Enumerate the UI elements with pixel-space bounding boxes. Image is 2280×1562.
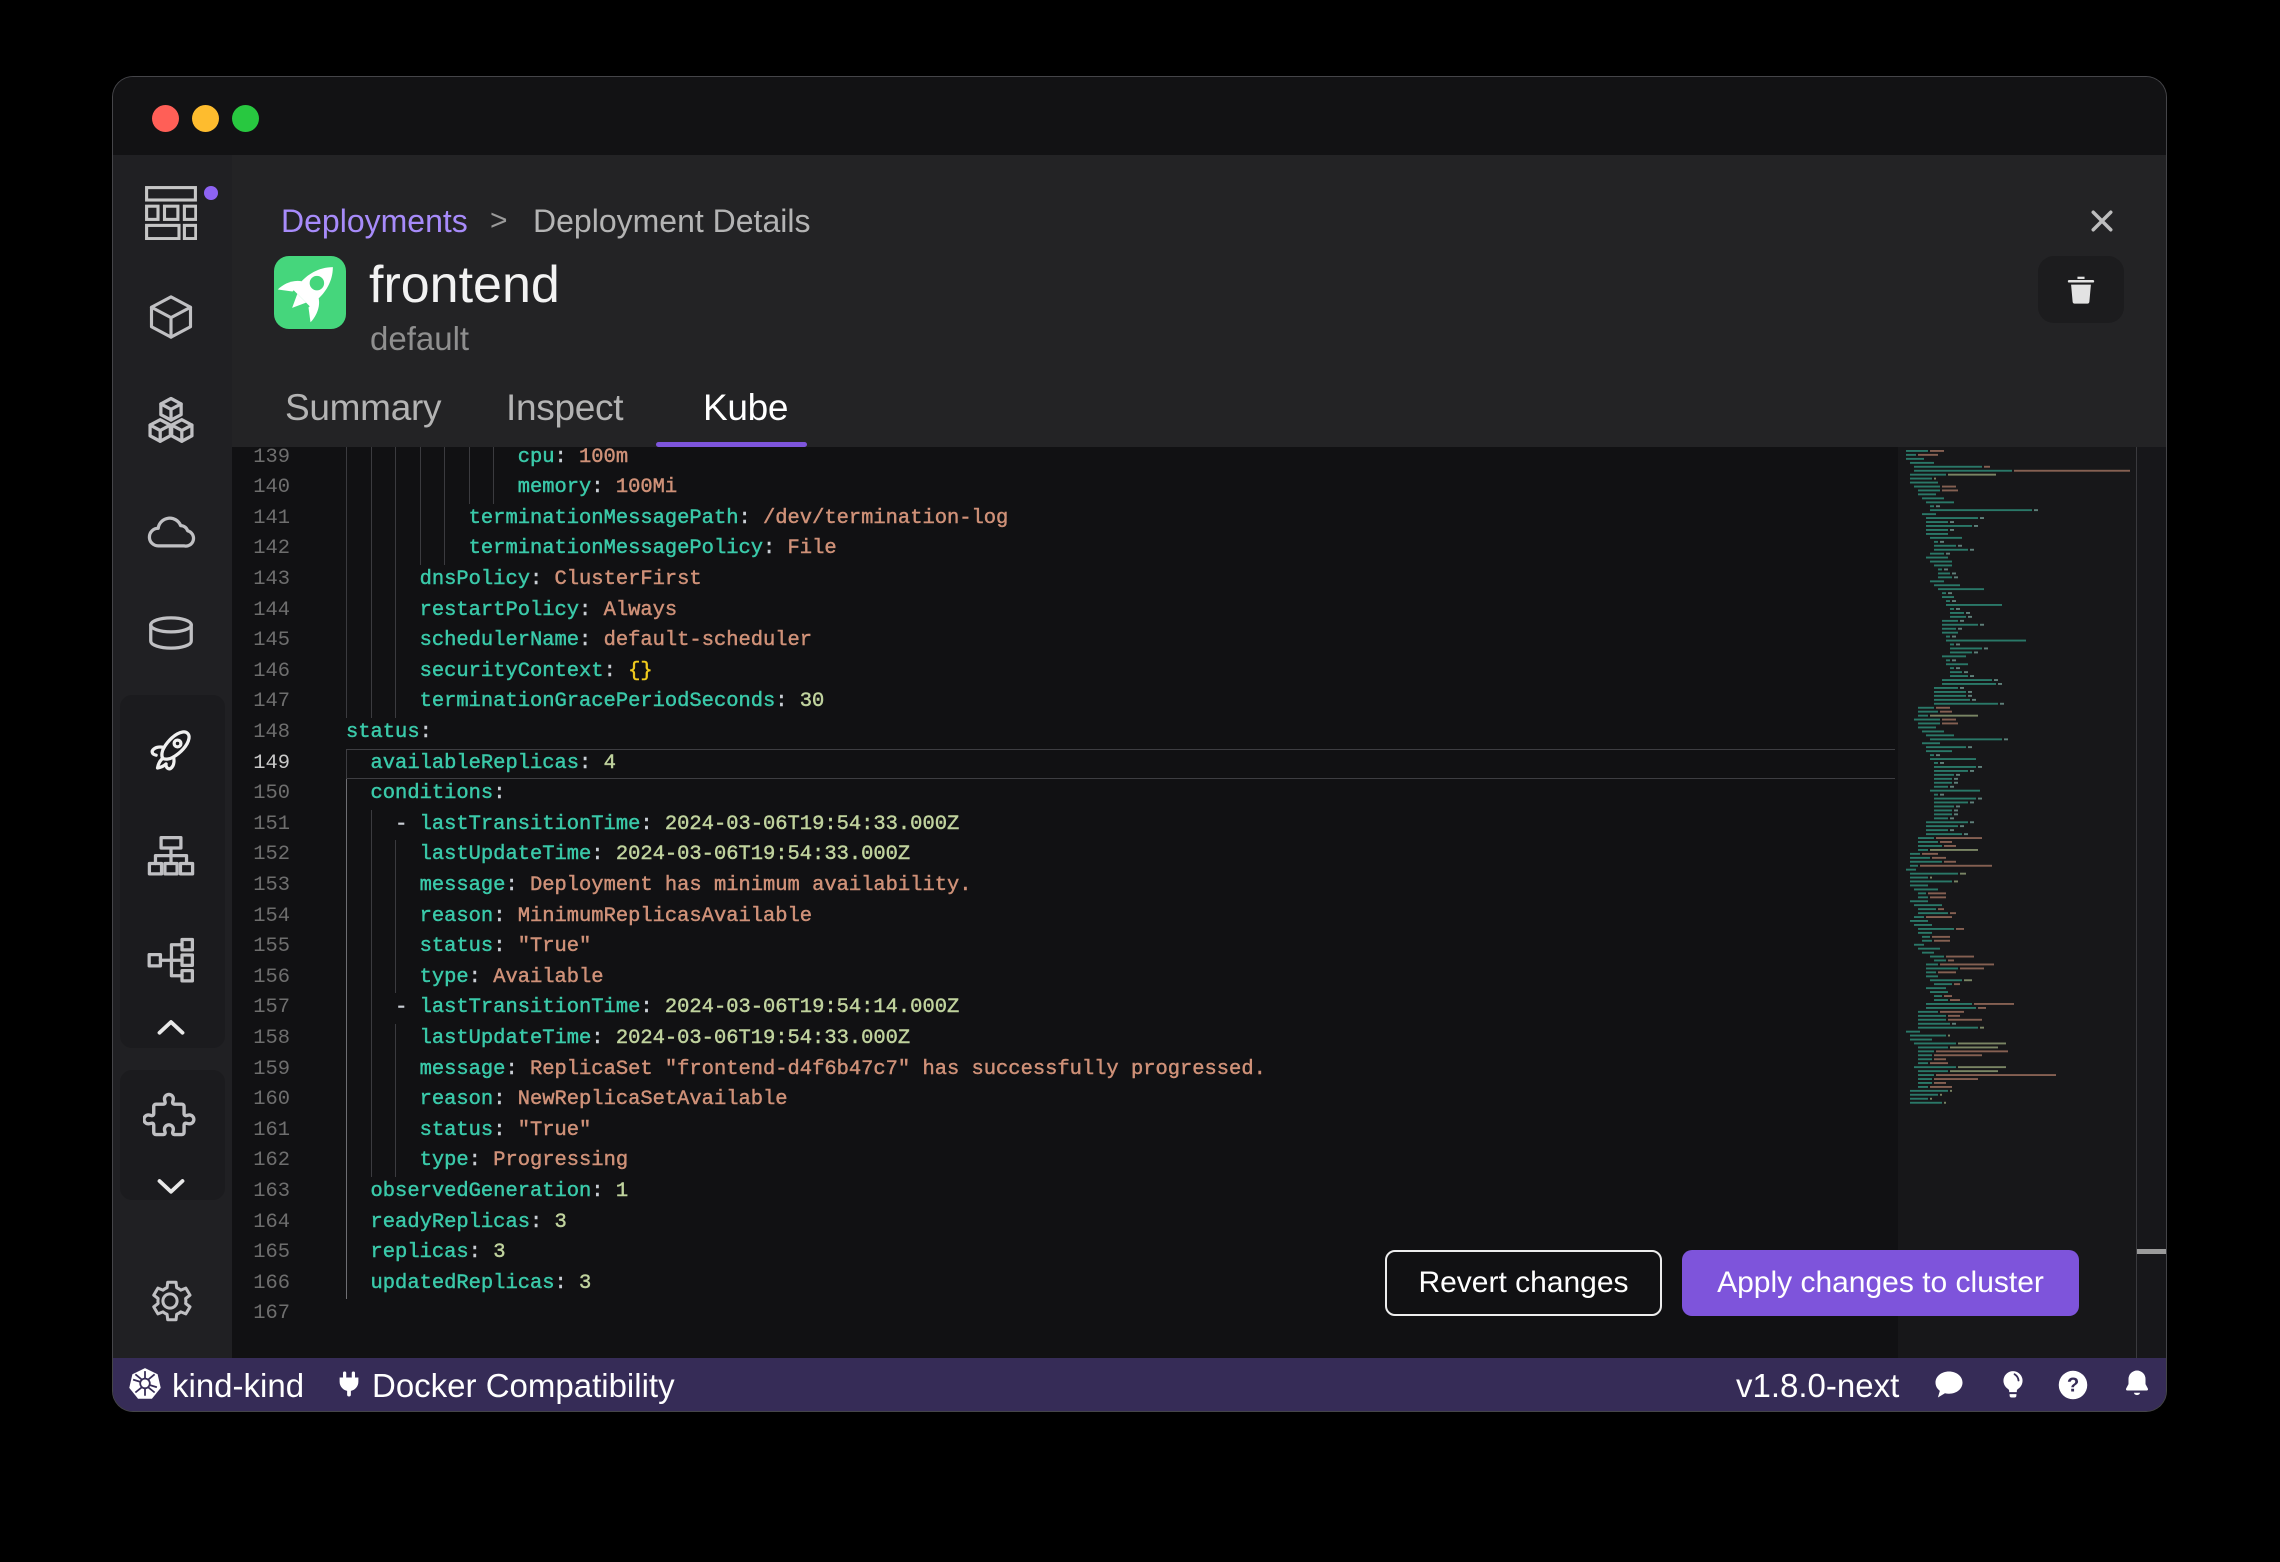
svg-text:?: ? bbox=[2067, 1375, 2079, 1397]
